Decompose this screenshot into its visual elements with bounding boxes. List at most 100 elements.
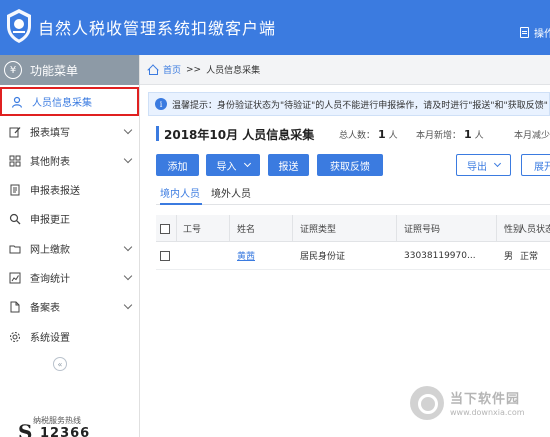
submit-button-label: 报送 xyxy=(278,161,299,173)
hotline-label: 纳税服务热线 xyxy=(33,416,81,425)
column-divider xyxy=(396,215,397,242)
header-status[interactable]: 人员状态 xyxy=(518,215,550,242)
sidebar: ¥ 功能菜单 人员信息采集 报表填写 其他附表 申报表报送 申报更正 网上缴款 … xyxy=(0,55,140,437)
file-icon xyxy=(8,300,22,314)
watermark-text: 当下软件园 xyxy=(450,392,521,407)
sidebar-item-declaration-correction[interactable]: 申报更正 xyxy=(0,204,139,233)
feedback-button-label: 获取反馈 xyxy=(330,161,370,173)
stat-total: 总人数： 1 人 xyxy=(339,128,398,141)
chevron-down-icon xyxy=(123,125,133,135)
header-name[interactable]: 姓名 xyxy=(237,215,255,242)
column-divider xyxy=(229,215,230,242)
stat-new: 本月新增： 1 人 xyxy=(416,128,484,141)
submit-button[interactable]: 报送 xyxy=(268,154,309,176)
column-divider xyxy=(496,215,497,242)
sidebar-item-report-fill[interactable]: 报表填写 xyxy=(0,117,139,146)
sidebar-item-label: 备案表 xyxy=(30,303,60,314)
grid-icon xyxy=(8,154,22,168)
chevron-down-icon xyxy=(123,271,133,281)
sidebar-item-other-schedules[interactable]: 其他附表 xyxy=(0,146,139,175)
stat-total-value: 1 xyxy=(378,128,386,141)
sidebar-item-label: 查询统计 xyxy=(30,274,70,285)
notice-banner: i 温馨提示：身份验证状态为"待验证"的人员不能进行申报操作，请及时进行"报送"… xyxy=(148,92,550,116)
tab-domestic-personnel[interactable]: 境内人员 xyxy=(160,185,202,205)
sidebar-item-label: 申报表报送 xyxy=(30,186,80,197)
yen-icon: ¥ xyxy=(4,61,22,79)
document-icon xyxy=(8,183,22,197)
sidebar-item-label: 其他附表 xyxy=(30,157,70,168)
stat-total-unit: 人 xyxy=(388,131,398,141)
home-icon xyxy=(147,65,158,75)
cell-gender: 男 xyxy=(504,252,514,262)
sidebar-collapse-button[interactable]: « xyxy=(53,357,67,371)
header-action-label: 操作 xyxy=(534,29,550,40)
header-employee-no[interactable]: 工号 xyxy=(183,215,201,242)
column-divider xyxy=(176,215,177,242)
edit-icon xyxy=(8,125,22,139)
export-dropdown-button[interactable]: 导出 xyxy=(456,154,511,176)
hotline-number: 12366 xyxy=(40,426,91,437)
watermark: 当下软件园 www.downxia.com xyxy=(410,380,550,437)
sidebar-item-label: 报表填写 xyxy=(30,128,70,139)
stat-new-label: 本月新增： xyxy=(416,131,462,141)
expand-button-label: 展开 xyxy=(534,161,550,173)
stat-new-unit: 人 xyxy=(474,131,484,141)
cell-status: 正常 xyxy=(520,252,539,262)
breadcrumb: 首页 >> 人员信息采集 xyxy=(140,55,550,85)
sidebar-item-personnel-info[interactable]: 人员信息采集 xyxy=(0,87,139,116)
add-button-label: 添加 xyxy=(167,161,188,173)
add-button[interactable]: 添加 xyxy=(156,154,199,176)
breadcrumb-separator: >> xyxy=(186,64,202,75)
hotline-logo: S xyxy=(18,420,33,437)
stat-reduced-label: 本月减少 xyxy=(514,131,550,141)
chart-icon xyxy=(8,271,22,285)
chevron-down-icon xyxy=(123,300,133,310)
select-all-cell xyxy=(160,215,170,242)
period-row: 2018年10月 人员信息采集 总人数： 1 人 本月新增： 1 人 本月减少 xyxy=(156,126,550,142)
header-id-type[interactable]: 证照类型 xyxy=(300,215,336,242)
expand-button[interactable]: 展开 xyxy=(521,154,550,176)
cell-id-number: 33038119970... xyxy=(404,250,476,261)
info-icon: i xyxy=(155,98,167,110)
cell-name-link[interactable]: 黄茜 xyxy=(237,242,255,269)
row-checkbox[interactable] xyxy=(160,250,170,261)
stat-total-label: 总人数： xyxy=(339,131,376,141)
sidebar-item-label: 申报更正 xyxy=(30,215,70,226)
menu-header-label: 功能菜单 xyxy=(30,63,79,78)
sidebar-item-label: 系统设置 xyxy=(30,333,70,344)
watermark-logo-icon xyxy=(410,386,444,420)
sidebar-item-online-payment[interactable]: 网上缴款 xyxy=(0,234,139,263)
gear-icon xyxy=(8,330,22,344)
period-title: 2018年10月 人员信息采集 xyxy=(164,128,315,142)
stat-new-value: 1 xyxy=(464,128,472,141)
watermark-url: www.downxia.com xyxy=(450,408,525,417)
folder-icon xyxy=(8,242,22,256)
sidebar-item-label: 人员信息采集 xyxy=(32,98,92,109)
sidebar-item-system-settings[interactable]: 系统设置 xyxy=(0,322,139,351)
table-row[interactable]: 黄茜 居民身份证 33038119970... 男 正常 xyxy=(156,242,550,270)
sidebar-item-label: 网上缴款 xyxy=(30,245,70,256)
chevron-down-icon xyxy=(123,154,133,164)
app-header: 自然人税收管理系统扣缴客户端 操作 xyxy=(0,0,550,55)
breadcrumb-home-link[interactable]: 首页 xyxy=(163,63,181,76)
row-checkbox-cell xyxy=(160,242,170,269)
chevron-down-icon xyxy=(243,159,251,168)
app-title: 自然人税收管理系统扣缴客户端 xyxy=(38,19,277,38)
cell-id-type: 居民身份证 xyxy=(300,252,346,262)
sidebar-item-declaration-submit[interactable]: 申报表报送 xyxy=(0,175,139,204)
breadcrumb-current: 人员信息采集 xyxy=(206,66,261,76)
import-button-label: 导入 xyxy=(216,161,237,173)
table-header-row: 工号 姓名 证照类型 证照号码 性别 人员状态 xyxy=(156,215,550,242)
sidebar-item-filing-forms[interactable]: 备案表 xyxy=(0,292,139,321)
select-all-checkbox[interactable] xyxy=(160,223,170,234)
header-id-number[interactable]: 证照号码 xyxy=(404,215,440,242)
chevron-down-icon xyxy=(123,242,133,252)
person-icon xyxy=(10,95,24,109)
get-feedback-button[interactable]: 获取反馈 xyxy=(317,154,383,176)
tab-overseas-personnel[interactable]: 境外人员 xyxy=(211,185,253,205)
tab-bar: 境内人员 境外人员 xyxy=(156,183,550,205)
document-icon xyxy=(520,27,529,38)
header-action-button[interactable]: 操作 xyxy=(520,25,550,40)
import-dropdown-button[interactable]: 导入 xyxy=(206,154,260,176)
sidebar-item-query-stats[interactable]: 查询统计 xyxy=(0,263,139,292)
